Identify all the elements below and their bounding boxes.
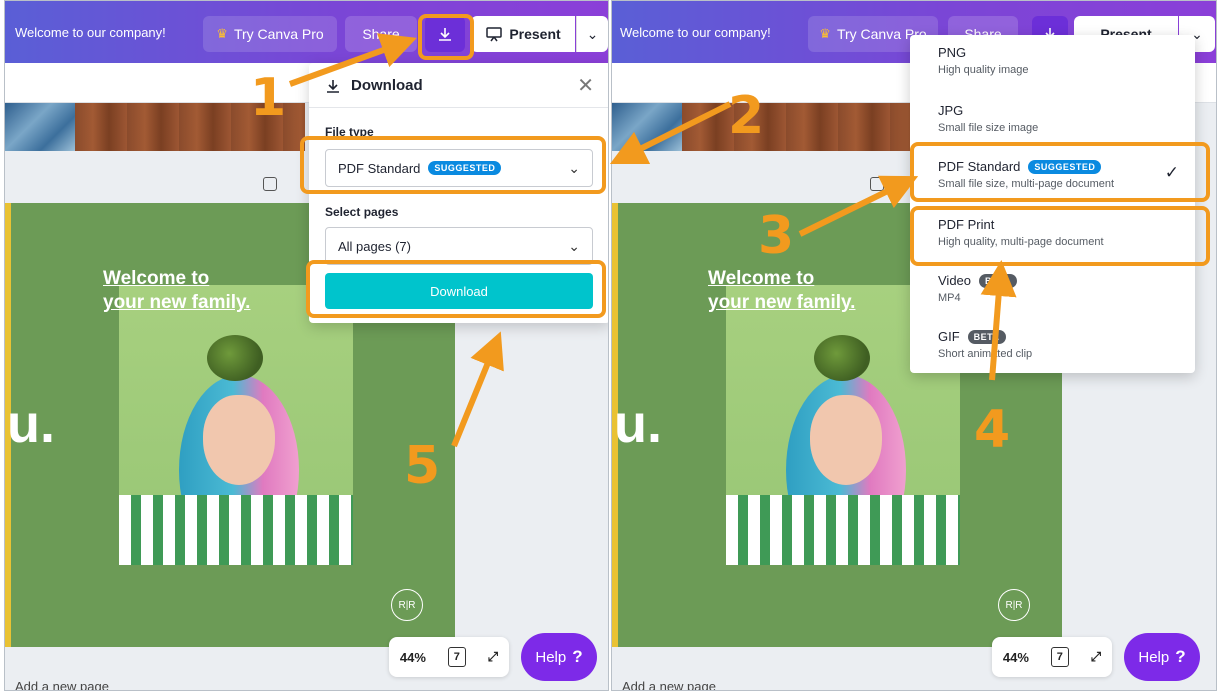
design-title[interactable]: Welcome to our company! [15, 25, 166, 40]
crown-icon: ♛ [216, 26, 228, 41]
shirt-shape [119, 495, 353, 565]
broccoli-shape [207, 335, 263, 381]
welcome-heading: Welcome to your new family. [103, 267, 250, 315]
present-button[interactable]: Present [471, 16, 575, 52]
menu-option-png[interactable]: PNG High quality image [910, 35, 1195, 91]
highlight-download-submit [306, 260, 606, 318]
zoom-level[interactable]: 44% [400, 650, 426, 665]
welcome-line-2: your new family. [708, 292, 856, 313]
help-button[interactable]: Help ? [521, 633, 597, 681]
right-screenshot: Welcome to our company! ♛ Try Canva Pro … [611, 0, 1217, 691]
editor-topbar: Welcome to our company! ♛ Try Canva Pro … [5, 1, 608, 63]
close-icon[interactable]: ✕ [577, 73, 594, 98]
crown-icon: ♛ [819, 26, 831, 41]
step-number-3: 3 [758, 206, 795, 266]
highlight-file-type [300, 136, 606, 194]
help-question-mark: ? [1175, 647, 1186, 666]
menu-option-video[interactable]: Video BETA MP4 [910, 263, 1195, 319]
big-letter: u. [614, 394, 662, 454]
option-name-label: GIF [938, 329, 960, 344]
option-desc: High quality image [938, 64, 1029, 76]
zoom-controls: 44% 7 ⤢ [992, 637, 1112, 677]
step-number-1: 1 [250, 68, 287, 128]
rr-logo: R|R [998, 589, 1030, 621]
menu-option-gif[interactable]: GIF BETA Short animated clip [910, 319, 1195, 375]
help-label: Help [1138, 648, 1170, 666]
zoom-level[interactable]: 44% [1003, 650, 1029, 665]
chevron-down-icon: ⌄ [586, 25, 599, 42]
option-desc: Small file size image [938, 122, 1039, 134]
welcome-line-1: Welcome to [103, 268, 210, 289]
file-type-menu: PNG High quality image JPG Small file si… [910, 35, 1195, 373]
fabric-image [5, 103, 75, 151]
select-pages-label: Select pages [325, 205, 399, 219]
select-pages-value: All pages (7) [338, 238, 411, 254]
option-name: GIF BETA [938, 329, 1195, 344]
option-name: JPG [938, 103, 964, 118]
download-panel-title: Download [351, 77, 423, 94]
try-canva-pro-label: Try Canva Pro [233, 26, 324, 42]
notes-icon[interactable] [870, 177, 884, 191]
present-icon [486, 27, 503, 42]
welcome-line-1: Welcome to [708, 268, 815, 289]
big-letter: u. [7, 394, 55, 454]
option-desc: MP4 [938, 292, 961, 304]
welcome-line-2: your new family. [103, 292, 251, 313]
wood-image [682, 103, 910, 151]
option-name: PNG [938, 45, 967, 60]
step-number-5: 5 [404, 436, 441, 496]
add-page-button[interactable]: Add a new page [622, 679, 716, 690]
beta-badge: BETA [967, 329, 1006, 344]
option-name: Video BETA [938, 273, 1195, 288]
add-page-button[interactable]: Add a new page [15, 679, 109, 690]
page-count-button[interactable]: 7 [1050, 647, 1069, 667]
chevron-down-icon: ⌄ [568, 237, 580, 254]
left-screenshot: Welcome to our company! ♛ Try Canva Pro … [4, 0, 609, 691]
try-canva-pro-button[interactable]: ♛ Try Canva Pro [203, 16, 337, 52]
step-number-2: 2 [728, 86, 765, 146]
present-options-button[interactable]: ⌄ [576, 16, 608, 52]
highlight-pdf-standard [910, 142, 1210, 202]
divider [309, 107, 608, 108]
page-count-button[interactable]: 7 [447, 647, 466, 667]
highlight-pdf-print [910, 206, 1210, 266]
face-shape [203, 395, 275, 485]
help-question-mark: ? [572, 647, 583, 666]
share-button[interactable]: Share [345, 16, 417, 52]
portrait-photo[interactable] [119, 285, 353, 565]
step-number-4: 4 [974, 400, 1011, 460]
help-button[interactable]: Help ? [1124, 633, 1200, 681]
beta-badge: BETA [979, 273, 1017, 288]
fullscreen-icon[interactable]: ⤢ [488, 649, 498, 665]
download-icon [327, 79, 339, 93]
present-label: Present [509, 26, 561, 42]
option-name-label: Video [938, 273, 972, 288]
help-label: Help [535, 648, 567, 666]
notes-icon[interactable] [263, 177, 277, 191]
rr-logo: R|R [391, 589, 423, 621]
face-shape [810, 395, 882, 485]
option-desc: Short animated clip [938, 348, 1033, 360]
zoom-controls: 44% 7 ⤢ [389, 637, 509, 677]
download-panel-header: Download [325, 77, 423, 94]
fullscreen-icon[interactable]: ⤢ [1091, 649, 1101, 665]
fabric-image [612, 103, 682, 151]
highlight-download-button [418, 14, 474, 60]
shirt-shape [726, 495, 960, 565]
design-title[interactable]: Welcome to our company! [620, 25, 771, 40]
broccoli-shape [814, 335, 870, 381]
menu-option-jpg[interactable]: JPG Small file size image [910, 93, 1195, 149]
welcome-heading: Welcome to your new family. [708, 267, 855, 315]
